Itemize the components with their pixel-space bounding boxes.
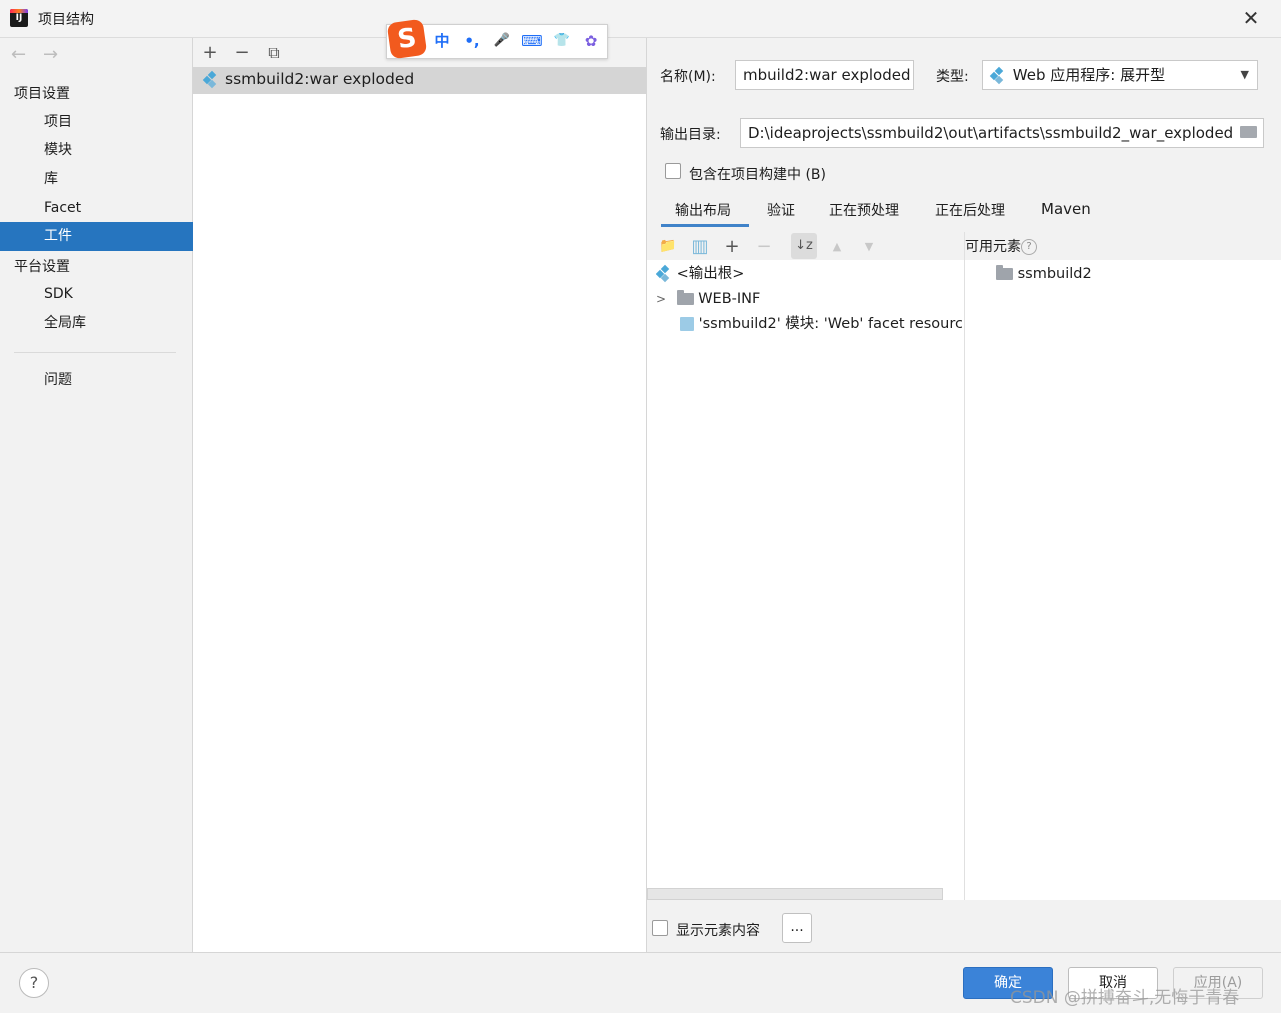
available-module-ssmbuild2[interactable]: ssmbuild2 (996, 262, 1276, 287)
move-down-icon[interactable]: ▼ (856, 232, 882, 261)
available-elements-tree (965, 260, 1281, 900)
folder-icon (676, 290, 694, 305)
include-build-label: 包含在项目构建中 (B) (689, 167, 826, 183)
ime-toolbar: S 中 •, 🎤 ⌨ 👕 ✿ (386, 18, 608, 60)
tab-maven[interactable]: Maven (1041, 200, 1091, 226)
tree-row-output-root[interactable]: <输出根> (656, 262, 962, 287)
sidebar-divider (14, 352, 176, 353)
facet-resources-icon (680, 317, 694, 331)
module-folder-icon (996, 265, 1013, 280)
help-icon[interactable]: ? (1021, 239, 1037, 255)
skin-icon[interactable]: 👕 (551, 31, 573, 51)
type-label: 类型: (936, 69, 969, 85)
tree-row-facet-resources[interactable]: 'ssmbuild2' 模块: 'Web' facet resources (680, 312, 962, 337)
back-arrow-icon[interactable]: ← (11, 44, 26, 65)
ime-punctuation-icon[interactable]: •, (461, 31, 483, 51)
intellij-app-icon: IJ (10, 9, 28, 27)
remove-icon[interactable]: − (751, 232, 777, 261)
tab-output-layout[interactable]: 输出布局 (675, 200, 731, 226)
keyboard-icon[interactable]: ⌨ (521, 31, 543, 51)
type-value: Web 应用程序: 展开型 (1012, 66, 1166, 84)
type-select[interactable]: Web 应用程序: 展开型 ▼ (982, 60, 1258, 90)
tree-row-web-inf[interactable]: > WEB-INF (656, 287, 962, 312)
horizontal-scrollbar[interactable] (647, 888, 943, 900)
chevron-right-icon[interactable]: > (656, 287, 672, 312)
include-build-checkbox[interactable] (665, 163, 681, 179)
forward-arrow-icon[interactable]: → (43, 44, 58, 65)
name-field[interactable]: mbuild2:war exploded (735, 60, 914, 90)
show-content-label: 显示元素内容 (676, 923, 760, 939)
add-copy-of-icon[interactable]: + (719, 232, 745, 261)
sogou-logo-icon[interactable]: S (386, 18, 428, 60)
output-dir-field[interactable]: D:\ideaprojects\ssmbuild2\out\artifacts\… (740, 118, 1264, 148)
active-tab-indicator (661, 224, 749, 227)
remove-icon[interactable]: − (229, 38, 255, 67)
name-label: 名称(M): (660, 69, 716, 85)
close-button[interactable]: ✕ (1236, 4, 1266, 32)
copy-icon[interactable]: ⧉ (261, 38, 287, 67)
section-platform-settings: 平台设置 (14, 259, 70, 275)
web-artifact-icon (202, 70, 219, 89)
title-bar: IJ 项目结构 ✕ (0, 0, 1281, 38)
csdn-watermark: CSDN @拼搏奋斗,无悔于青春 (1010, 988, 1240, 1008)
toolbox-icon[interactable]: ✿ (580, 31, 602, 51)
tab-preprocessing[interactable]: 正在预处理 (829, 200, 899, 226)
artifact-name: ssmbuild2:war exploded (225, 70, 415, 88)
move-up-icon[interactable]: ▲ (824, 232, 850, 261)
help-button[interactable]: ? (19, 968, 49, 998)
add-icon[interactable]: + (197, 38, 223, 67)
tab-postprocessing[interactable]: 正在后处理 (935, 200, 1005, 226)
chevron-down-icon: ▼ (1240, 68, 1249, 81)
available-elements-label: 可用元素? (965, 236, 1037, 256)
create-archive-icon[interactable]: ▥ (687, 232, 713, 261)
tab-validation[interactable]: 验证 (767, 200, 795, 226)
more-button[interactable]: ... (782, 913, 812, 943)
web-artifact-icon (989, 61, 1008, 89)
sort-icon[interactable]: ↓z (791, 233, 817, 259)
output-dir-label: 输出目录: (660, 127, 721, 143)
section-project-settings: 项目设置 (14, 86, 70, 102)
output-root-icon (656, 264, 672, 283)
show-content-checkbox[interactable] (652, 920, 668, 936)
output-dir-value: D:\ideaprojects\ssmbuild2\out\artifacts\… (748, 124, 1234, 142)
new-directory-icon[interactable]: 📁 (655, 232, 681, 261)
folder-browse-icon[interactable] (1240, 126, 1257, 138)
microphone-icon[interactable]: 🎤 (491, 31, 513, 51)
window-title: 项目结构 (38, 12, 94, 28)
artifact-list-panel (193, 38, 647, 952)
ime-mode-button[interactable]: 中 (431, 31, 453, 51)
artifact-row[interactable]: ssmbuild2:war exploded (193, 67, 646, 94)
output-layout-toolbar: 📁 ▥ + − ↓z ▲ ▼ (647, 232, 964, 260)
